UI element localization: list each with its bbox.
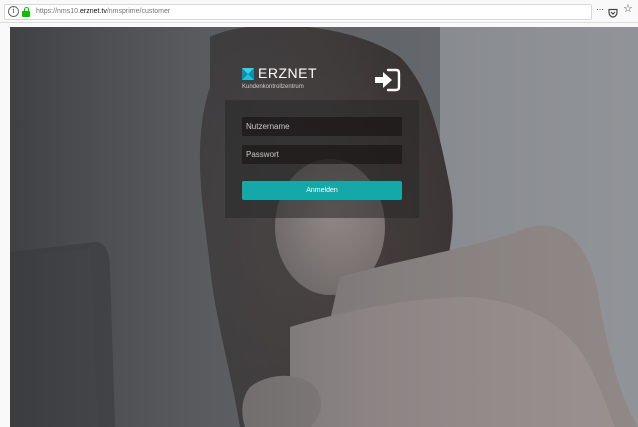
browser-window: i https://nms10.erznet.tv/nmsprime/custo… xyxy=(0,0,638,427)
brand: ERZNET Kundenkontrollzentrum xyxy=(242,65,352,95)
brand-subtitle: Kundenkontrollzentrum xyxy=(242,84,304,90)
url-path: /nmsprime/customer xyxy=(106,8,171,15)
erznet-logo-icon xyxy=(242,68,254,80)
pocket-icon[interactable] xyxy=(608,5,618,18)
info-icon[interactable]: i xyxy=(8,6,19,17)
more-icon[interactable]: ⋯ xyxy=(596,5,604,15)
url-prefix: https://nms10. xyxy=(36,8,80,15)
lock-icon[interactable] xyxy=(22,7,30,17)
page-viewport: ERZNET Kundenkontrollzentrum Anmelden xyxy=(10,27,638,427)
username-input[interactable] xyxy=(242,117,402,136)
url-host: erznet.tv xyxy=(79,8,107,15)
login-button[interactable]: Anmelden xyxy=(242,181,402,200)
brand-name: ERZNET xyxy=(258,65,317,81)
url-text[interactable]: https://nms10.erznet.tv/nmsprime/custome… xyxy=(36,6,170,18)
browser-toolbar: i https://nms10.erznet.tv/nmsprime/custo… xyxy=(0,0,638,23)
url-bar[interactable]: i https://nms10.erznet.tv/nmsprime/custo… xyxy=(4,4,592,20)
sign-in-icon xyxy=(375,68,401,92)
star-icon[interactable]: ☆ xyxy=(623,3,633,15)
password-input[interactable] xyxy=(242,145,402,164)
